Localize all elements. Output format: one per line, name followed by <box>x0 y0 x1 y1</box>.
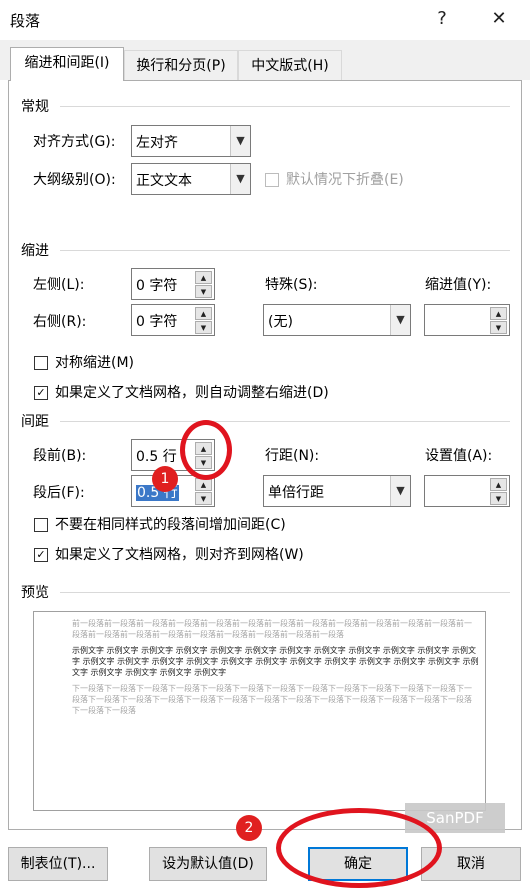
spin-down-icon[interactable]: ▼ <box>490 492 507 505</box>
tabs-button[interactable]: 制表位(T)... <box>8 847 108 881</box>
spin-down-icon[interactable]: ▼ <box>195 492 212 505</box>
preview-next-paragraph: 下一段落下一段落下一段落下一段落下一段落下一段落下一段落下一段落下一段落下一段落… <box>72 684 472 715</box>
chevron-down-icon: ▼ <box>390 476 410 506</box>
spin-down-icon[interactable]: ▼ <box>195 321 212 334</box>
auto-right-indent-label: 如果定义了文档网格，则自动调整右缩进(D) <box>55 385 329 401</box>
chevron-down-icon: ▼ <box>230 126 250 156</box>
tab-indent-spacing[interactable]: 缩进和间距(I) <box>10 47 124 81</box>
preview-divider <box>60 592 510 593</box>
outline-level-label: 大纲级别(O): <box>33 172 116 188</box>
spin-up-icon[interactable]: ▲ <box>490 307 507 320</box>
collapse-checkbox[interactable] <box>265 173 279 187</box>
spin-down-icon[interactable]: ▼ <box>195 285 212 298</box>
left-indent-value: 0 字符 <box>136 278 178 294</box>
spacing-divider <box>60 421 510 422</box>
preview-previous-paragraph: 前一段落前一段落前一段落前一段落前一段落前一段落前一段落前一段落前一段落前一段落… <box>72 619 472 639</box>
no-space-same-style-checkbox[interactable] <box>34 518 48 532</box>
outline-level-value: 正文文本 <box>136 173 192 189</box>
chevron-down-icon: ▼ <box>230 164 250 194</box>
left-indent-spinner[interactable]: 0 字符 ▲ ▼ <box>131 268 215 300</box>
mirror-indent-checkbox[interactable] <box>34 356 48 370</box>
set-as-default-button[interactable]: 设为默认值(D) <box>149 847 267 881</box>
indent-by-spinner[interactable]: ▲ ▼ <box>424 304 510 336</box>
chevron-down-icon: ▼ <box>390 305 410 335</box>
right-indent-label: 右侧(R): <box>33 314 87 330</box>
collapse-label: 默认情况下折叠(E) <box>286 172 404 188</box>
preview-sample-text: 示例文字 示例文字 示例文字 示例文字 示例文字 示例文字 示例文字 示例文字 … <box>72 646 479 677</box>
special-indent-select[interactable]: (无) ▼ <box>263 304 411 336</box>
step-badge-2: 2 <box>236 815 262 841</box>
spin-up-icon[interactable]: ▲ <box>195 307 212 320</box>
left-indent-label: 左侧(L): <box>33 277 85 293</box>
tab-line-page-breaks[interactable]: 换行和分页(P) <box>124 50 238 80</box>
right-indent-spinner[interactable]: 0 字符 ▲ ▼ <box>131 304 215 336</box>
special-indent-value: (无) <box>268 314 293 330</box>
spin-up-icon[interactable]: ▲ <box>195 271 212 284</box>
spin-down-icon[interactable]: ▼ <box>490 321 507 334</box>
no-space-same-style-label: 不要在相同样式的段落间增加间距(C) <box>55 517 286 533</box>
special-indent-label: 特殊(S): <box>265 277 318 293</box>
spacing-heading: 间距 <box>21 414 49 430</box>
line-spacing-at-spinner[interactable]: ▲ ▼ <box>424 475 510 507</box>
space-after-label: 段后(F): <box>33 485 85 501</box>
dialog-title: 段落 <box>10 12 41 30</box>
step-badge-1: 1 <box>152 466 178 492</box>
close-button[interactable]: ✕ <box>486 6 512 32</box>
highlight-circle-spinner <box>180 420 232 480</box>
line-spacing-select[interactable]: 单倍行距 ▼ <box>263 475 411 507</box>
tab-asian-typography[interactable]: 中文版式(H) <box>238 50 342 80</box>
right-indent-value: 0 字符 <box>136 314 178 330</box>
highlight-circle-ok <box>276 808 442 888</box>
general-divider <box>60 106 510 107</box>
indent-by-label: 缩进值(Y): <box>425 277 492 293</box>
alignment-select[interactable]: 左对齐 ▼ <box>131 125 251 157</box>
alignment-value: 左对齐 <box>136 135 178 151</box>
line-spacing-at-label: 设置值(A): <box>425 448 493 464</box>
general-heading: 常规 <box>21 99 49 115</box>
preview-heading: 预览 <box>21 585 49 601</box>
help-button[interactable]: ? <box>429 6 455 32</box>
outline-level-select[interactable]: 正文文本 ▼ <box>131 163 251 195</box>
mirror-indent-label: 对称缩进(M) <box>55 355 135 371</box>
indent-heading: 缩进 <box>21 243 49 259</box>
space-before-label: 段前(B): <box>33 448 87 464</box>
auto-right-indent-checkbox[interactable]: ✓ <box>34 386 48 400</box>
alignment-label: 对齐方式(G): <box>33 134 116 150</box>
snap-to-grid-label: 如果定义了文档网格，则对齐到网格(W) <box>55 547 304 563</box>
line-spacing-value: 单倍行距 <box>268 485 324 501</box>
line-spacing-label: 行距(N): <box>265 448 320 464</box>
preview-box: 前一段落前一段落前一段落前一段落前一段落前一段落前一段落前一段落前一段落前一段落… <box>33 611 486 811</box>
space-before-value: 0.5 行 <box>136 449 177 465</box>
snap-to-grid-checkbox[interactable]: ✓ <box>34 548 48 562</box>
spin-up-icon[interactable]: ▲ <box>490 478 507 491</box>
indent-divider <box>60 250 510 251</box>
